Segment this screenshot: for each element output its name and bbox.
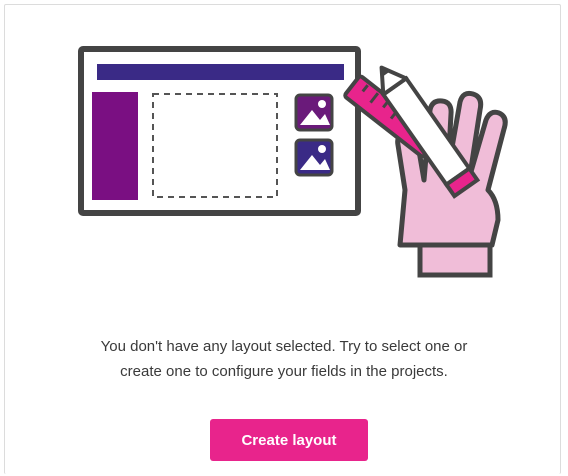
empty-state-message-line-1: You don't have any layout selected. Try … [100,338,468,355]
layout-illustration-icon [78,46,508,278]
create-layout-button[interactable]: Create layout [210,419,368,461]
empty-state-message: You don't have any layout selected. Try … [0,334,568,384]
empty-state-message-line-2: create one to configure your fields in t… [120,363,448,380]
